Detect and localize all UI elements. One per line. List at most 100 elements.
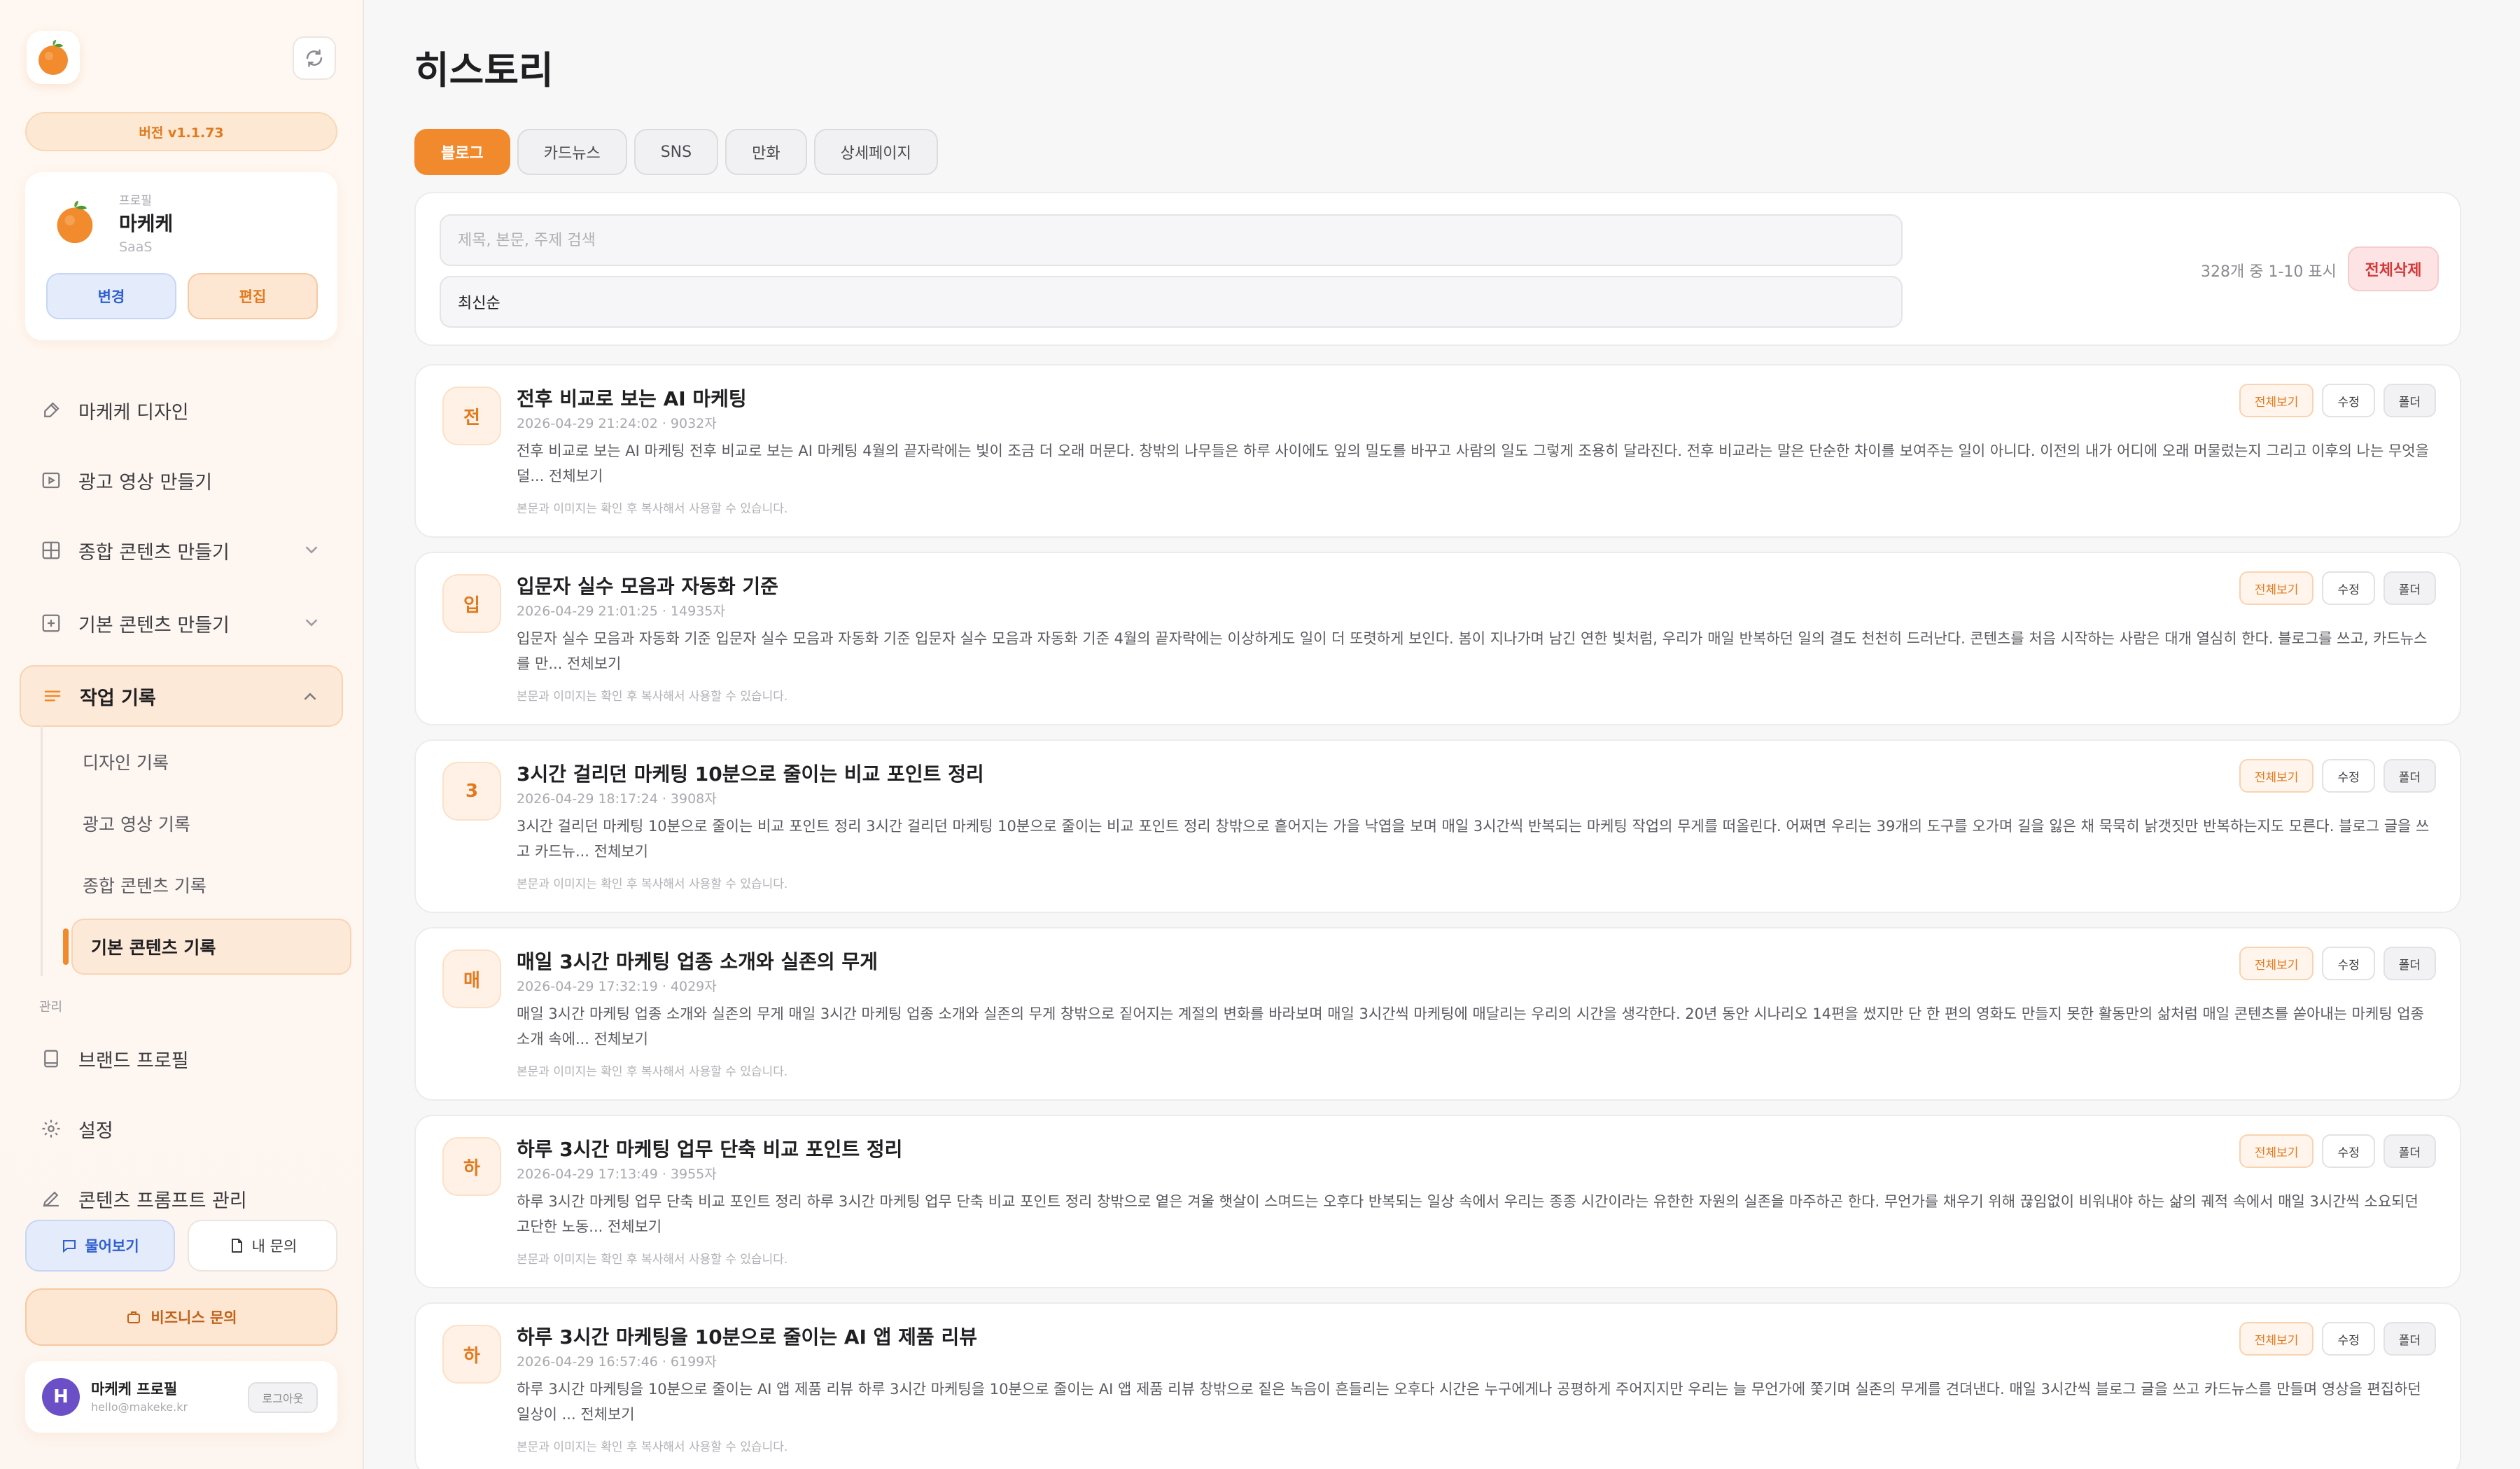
orange-logo-icon: [38, 40, 68, 75]
nav-item-label: 콘텐츠 프롬프트 관리: [78, 1190, 247, 1212]
sub-item-composite-history[interactable]: 종합 콘텐츠 기록: [64, 857, 351, 913]
edit-button[interactable]: 수정: [2322, 571, 2375, 605]
ask-button[interactable]: 물어보기: [25, 1220, 175, 1272]
entry-initial: 매: [442, 949, 501, 1008]
entry-actions: 전체보기 수정 폴더: [2239, 947, 2436, 980]
edit-button[interactable]: 수정: [2322, 1322, 2375, 1356]
entry-note: 본문과 이미지는 확인 후 복사해서 사용할 수 있습니다.: [517, 502, 788, 516]
entry-initial: 입: [442, 574, 501, 633]
version-badge: 버전 v1.1.73: [25, 112, 337, 151]
nav-item-basic-content[interactable]: 기본 콘텐츠 만들기: [20, 592, 343, 654]
nav-item-composite-content[interactable]: 종합 콘텐츠 만들기: [20, 520, 343, 581]
sub-item-ad-video-history[interactable]: 광고 영상 기록: [64, 795, 351, 851]
my-questions-button[interactable]: 내 문의: [188, 1220, 337, 1272]
document-icon: [231, 1239, 242, 1253]
profile-name: 마케케: [119, 212, 174, 235]
entry-title[interactable]: 하루 3시간 마케팅을 10분으로 줄이는 AI 앱 제품 리뷰: [517, 1322, 977, 1350]
entry-initial: 하: [442, 1137, 501, 1196]
entry-actions: 전체보기 수정 폴더: [2239, 384, 2436, 417]
pen-icon: [39, 1187, 63, 1211]
folder-button[interactable]: 폴더: [2383, 571, 2436, 605]
tab-comic[interactable]: 만화: [725, 129, 807, 175]
history-entry: 입 입문자 실수 모음과 자동화 기준 2026-04-29 21:01:25 …: [414, 552, 2461, 725]
sub-nav-track: [41, 725, 43, 976]
entry-meta: 2026-04-29 21:24:02 · 9032자: [517, 416, 717, 431]
entry-note: 본문과 이미지는 확인 후 복사해서 사용할 수 있습니다.: [517, 877, 788, 891]
folder-button[interactable]: 폴더: [2383, 947, 2436, 980]
entry-body: 입문자 실수 모음과 자동화 기준 입문자 실수 모음과 자동화 기준 입문자 …: [517, 630, 2428, 672]
profile-edit-button[interactable]: 편집: [188, 273, 318, 319]
entry-actions: 전체보기 수정 폴더: [2239, 759, 2436, 793]
edit-button[interactable]: 수정: [2322, 947, 2375, 980]
nav-item-ad-video[interactable]: 광고 영상 만들기: [20, 450, 343, 511]
entry-title[interactable]: 전후 비교로 보는 AI 마케팅: [517, 384, 747, 412]
chevron-down-icon: [305, 546, 318, 554]
chevron-up-icon: [304, 692, 316, 700]
entry-meta: 2026-04-29 18:17:24 · 3908자: [517, 791, 717, 807]
view-all-button[interactable]: 전체보기: [2239, 759, 2314, 793]
history-entry: 하 하루 3시간 마케팅을 10분으로 줄이는 AI 앱 제품 리뷰 2026-…: [414, 1302, 2461, 1469]
tab-sns[interactable]: SNS: [634, 129, 719, 175]
entry-title[interactable]: 매일 3시간 마케팅 업종 소개와 실존의 무게: [517, 947, 878, 975]
entry-meta: 2026-04-29 17:13:49 · 3955자: [517, 1167, 717, 1182]
tab-blog[interactable]: 블로그: [414, 129, 510, 175]
edit-button[interactable]: 수정: [2322, 384, 2375, 417]
app-logo[interactable]: [27, 31, 80, 84]
entry-title[interactable]: 입문자 실수 모음과 자동화 기준: [517, 571, 778, 599]
edit-button[interactable]: 수정: [2322, 759, 2375, 793]
entry-note: 본문과 이미지는 확인 후 복사해서 사용할 수 있습니다.: [517, 1065, 788, 1079]
folder-button[interactable]: 폴더: [2383, 384, 2436, 417]
delete-all-button[interactable]: 전체삭제: [2348, 246, 2439, 291]
view-all-button[interactable]: 전체보기: [2239, 1134, 2314, 1168]
nav-item-label: 마케케 디자인: [78, 401, 189, 424]
sub-item-design-history[interactable]: 디자인 기록: [64, 734, 351, 790]
tab-cardnews[interactable]: 카드뉴스: [517, 129, 627, 175]
business-inquiry-button[interactable]: 비즈니스 문의: [25, 1288, 337, 1346]
entry-title[interactable]: 3시간 걸리던 마케팅 10분으로 줄이는 비교 포인트 정리: [517, 759, 984, 787]
sidebar: 버전 v1.1.73 프로필 마케케 SaaS 변경 편집 마케케 디자인 광고…: [0, 0, 364, 1469]
ask-button-label: 물어보기: [85, 1238, 139, 1255]
profile-card: 프로필 마케케 SaaS 변경 편집: [25, 172, 337, 340]
video-icon: [39, 468, 63, 492]
folder-button[interactable]: 폴더: [2383, 1134, 2436, 1168]
book-icon: [39, 1047, 63, 1071]
view-all-button[interactable]: 전체보기: [2239, 384, 2314, 417]
nav-item-label: 종합 콘텐츠 만들기: [78, 541, 230, 564]
view-all-button[interactable]: 전체보기: [2239, 571, 2314, 605]
content-type-tabs: 블로그 카드뉴스 SNS 만화 상세페이지: [414, 129, 938, 175]
entry-note: 본문과 이미지는 확인 후 복사해서 사용할 수 있습니다.: [517, 1440, 788, 1454]
chevron-down-icon: [305, 619, 318, 627]
folder-button[interactable]: 폴더: [2383, 759, 2436, 793]
view-all-button[interactable]: 전체보기: [2239, 947, 2314, 980]
refresh-button[interactable]: [293, 36, 336, 80]
logout-button[interactable]: 로그아웃: [248, 1382, 318, 1413]
nav-item-work-history[interactable]: 작업 기록: [20, 665, 343, 727]
profile-change-button[interactable]: 변경: [46, 273, 176, 319]
entry-body: 하루 3시간 마케팅을 10분으로 줄이는 AI 앱 제품 리뷰 하루 3시간 …: [517, 1381, 2421, 1423]
sub-item-basic-history[interactable]: 기본 콘텐츠 기록: [71, 919, 351, 975]
grid-icon: [39, 538, 63, 562]
edit-button[interactable]: 수정: [2322, 1134, 2375, 1168]
nav-item-label: 브랜드 프로필: [78, 1050, 189, 1072]
nav-item-makeke-design[interactable]: 마케케 디자인: [20, 380, 343, 441]
folder-button[interactable]: 폴더: [2383, 1322, 2436, 1356]
profile-caption: 프로필: [119, 194, 152, 208]
nav-item-settings[interactable]: 설정: [20, 1098, 343, 1160]
search-input[interactable]: [440, 214, 1903, 266]
nav-item-brand-profile[interactable]: 브랜드 프로필: [20, 1028, 343, 1089]
entry-body: 전후 비교로 보는 AI 마케팅 전후 비교로 보는 AI 마케팅 4월의 끝자…: [517, 443, 2429, 485]
view-all-button[interactable]: 전체보기: [2239, 1322, 2314, 1356]
orange-profile-icon: [57, 200, 93, 244]
entry-title[interactable]: 하루 3시간 마케팅 업무 단축 비교 포인트 정리: [517, 1134, 902, 1162]
entry-initial: 하: [442, 1325, 501, 1384]
user-card: H 마케케 프로필 hello@makeke.kr 로그아웃: [25, 1361, 337, 1433]
brush-icon: [39, 398, 63, 422]
entry-meta: 2026-04-29 21:01:25 · 14935자: [517, 604, 725, 619]
refresh-icon: [306, 49, 323, 67]
entry-body: 매일 3시간 마케팅 업종 소개와 실존의 무게 매일 3시간 마케팅 업종 소…: [517, 1005, 2424, 1047]
history-entry: 전 전후 비교로 보는 AI 마케팅 2026-04-29 21:24:02 ·…: [414, 364, 2461, 538]
sort-select[interactable]: 최신순: [440, 276, 1903, 328]
admin-section-label: 관리: [39, 1000, 63, 1015]
list-icon: [41, 684, 64, 708]
tab-detail-page[interactable]: 상세페이지: [813, 129, 938, 175]
